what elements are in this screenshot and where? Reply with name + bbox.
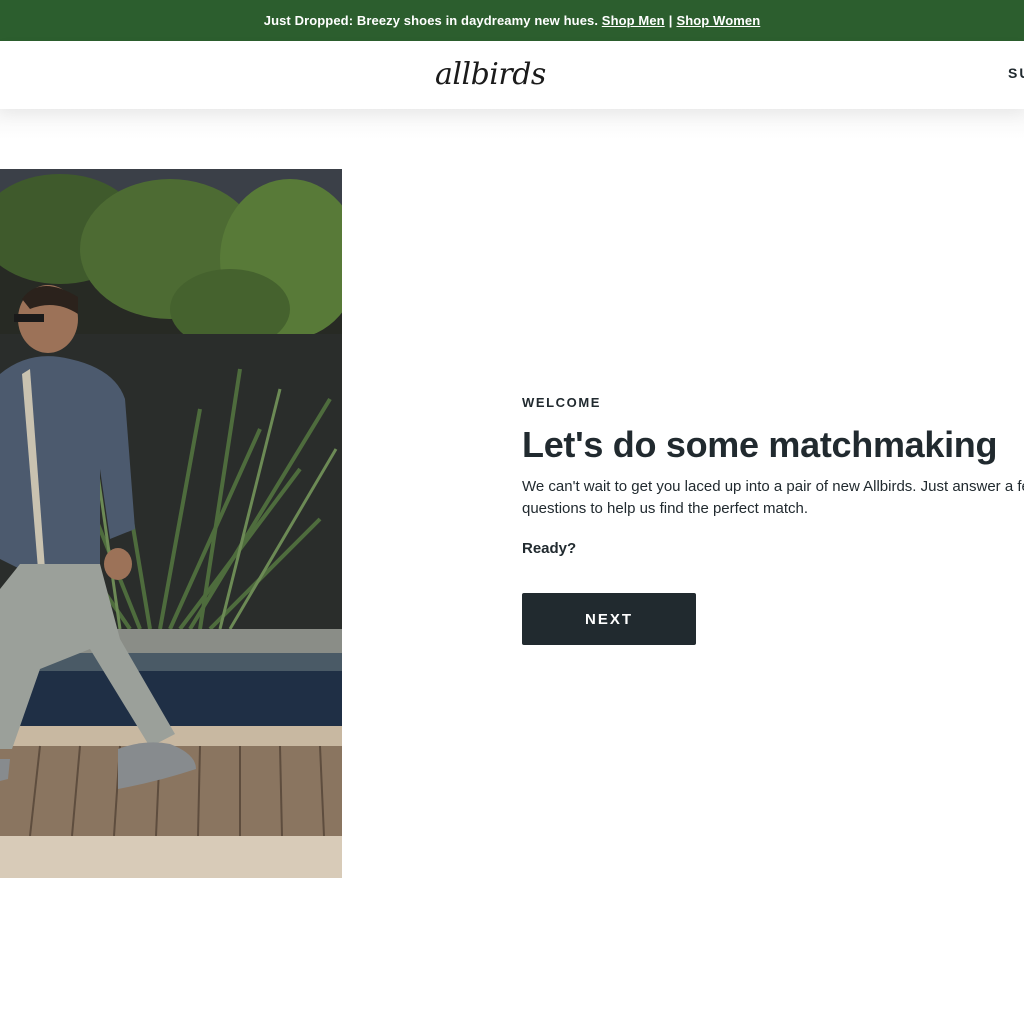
shop-women-link[interactable]: Shop Women: [676, 13, 760, 28]
site-header: allbirds SU: [0, 41, 1024, 109]
page-title: Let's do some matchmaking: [522, 424, 998, 465]
allbirds-logo[interactable]: allbirds: [435, 52, 553, 98]
promo-separator: |: [668, 13, 673, 28]
welcome-description-line-2: questions to help us find the perfect ma…: [522, 500, 809, 517]
shop-men-link[interactable]: Shop Men: [602, 13, 665, 28]
promo-text: Just Dropped: Breezy shoes in daydreamy …: [263, 13, 599, 28]
promo-banner: Just Dropped: Breezy shoes in daydreamy …: [0, 0, 1024, 41]
next-button[interactable]: NEXT: [522, 593, 696, 645]
hero-image: [0, 169, 342, 878]
ready-prompt: Ready?: [522, 540, 577, 557]
header-shadow: [0, 109, 1024, 139]
nav-item-partial[interactable]: SU: [1008, 65, 1024, 81]
welcome-description-line-1: We can't wait to get you laced up into a…: [522, 478, 1024, 495]
welcome-section: WELCOME Let's do some matchmaking We can…: [522, 395, 1024, 645]
welcome-description: We can't wait to get you laced up into a…: [522, 476, 1024, 520]
welcome-eyebrow: WELCOME: [522, 395, 602, 410]
